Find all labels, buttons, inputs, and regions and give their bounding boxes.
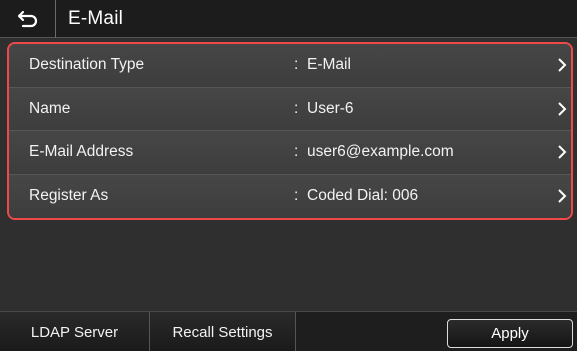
bottom-toolbar: LDAP Server Recall Settings Apply <box>0 311 577 351</box>
row-separator: : <box>294 99 299 117</box>
settings-list: Destination Type : E-Mail Name : User-6 … <box>7 42 573 220</box>
row-separator: : <box>294 143 299 161</box>
chevron-right-icon <box>558 58 567 72</box>
row-separator: : <box>294 187 299 205</box>
row-email-address[interactable]: E-Mail Address : user6@example.com <box>9 131 571 175</box>
page-title: E-Mail <box>68 7 124 29</box>
row-name[interactable]: Name : User-6 <box>9 87 571 131</box>
chevron-right-icon <box>558 145 567 159</box>
row-label: Destination Type <box>29 56 145 74</box>
row-value: Coded Dial: 006 <box>307 187 419 205</box>
row-register-as[interactable]: Register As : Coded Dial: 006 <box>9 174 571 218</box>
back-button[interactable] <box>0 0 56 38</box>
chevron-right-icon <box>558 189 567 203</box>
recall-settings-button[interactable]: Recall Settings <box>150 312 296 351</box>
back-arrow-icon <box>17 10 37 27</box>
row-destination-type[interactable]: Destination Type : E-Mail <box>9 44 571 88</box>
row-separator: : <box>294 56 299 74</box>
row-value: E-Mail <box>307 56 351 74</box>
apply-button[interactable]: Apply <box>447 319 573 348</box>
chevron-right-icon <box>558 102 567 116</box>
row-value: user6@example.com <box>307 143 454 161</box>
ldap-server-button[interactable]: LDAP Server <box>0 312 150 351</box>
row-value: User-6 <box>307 99 354 117</box>
row-label: E-Mail Address <box>29 143 134 161</box>
header-bar: E-Mail <box>0 0 577 38</box>
row-label: Register As <box>29 187 109 205</box>
email-destination-screen: E-Mail Destination Type : E-Mail Name : … <box>0 0 577 351</box>
row-label: Name <box>29 99 71 117</box>
